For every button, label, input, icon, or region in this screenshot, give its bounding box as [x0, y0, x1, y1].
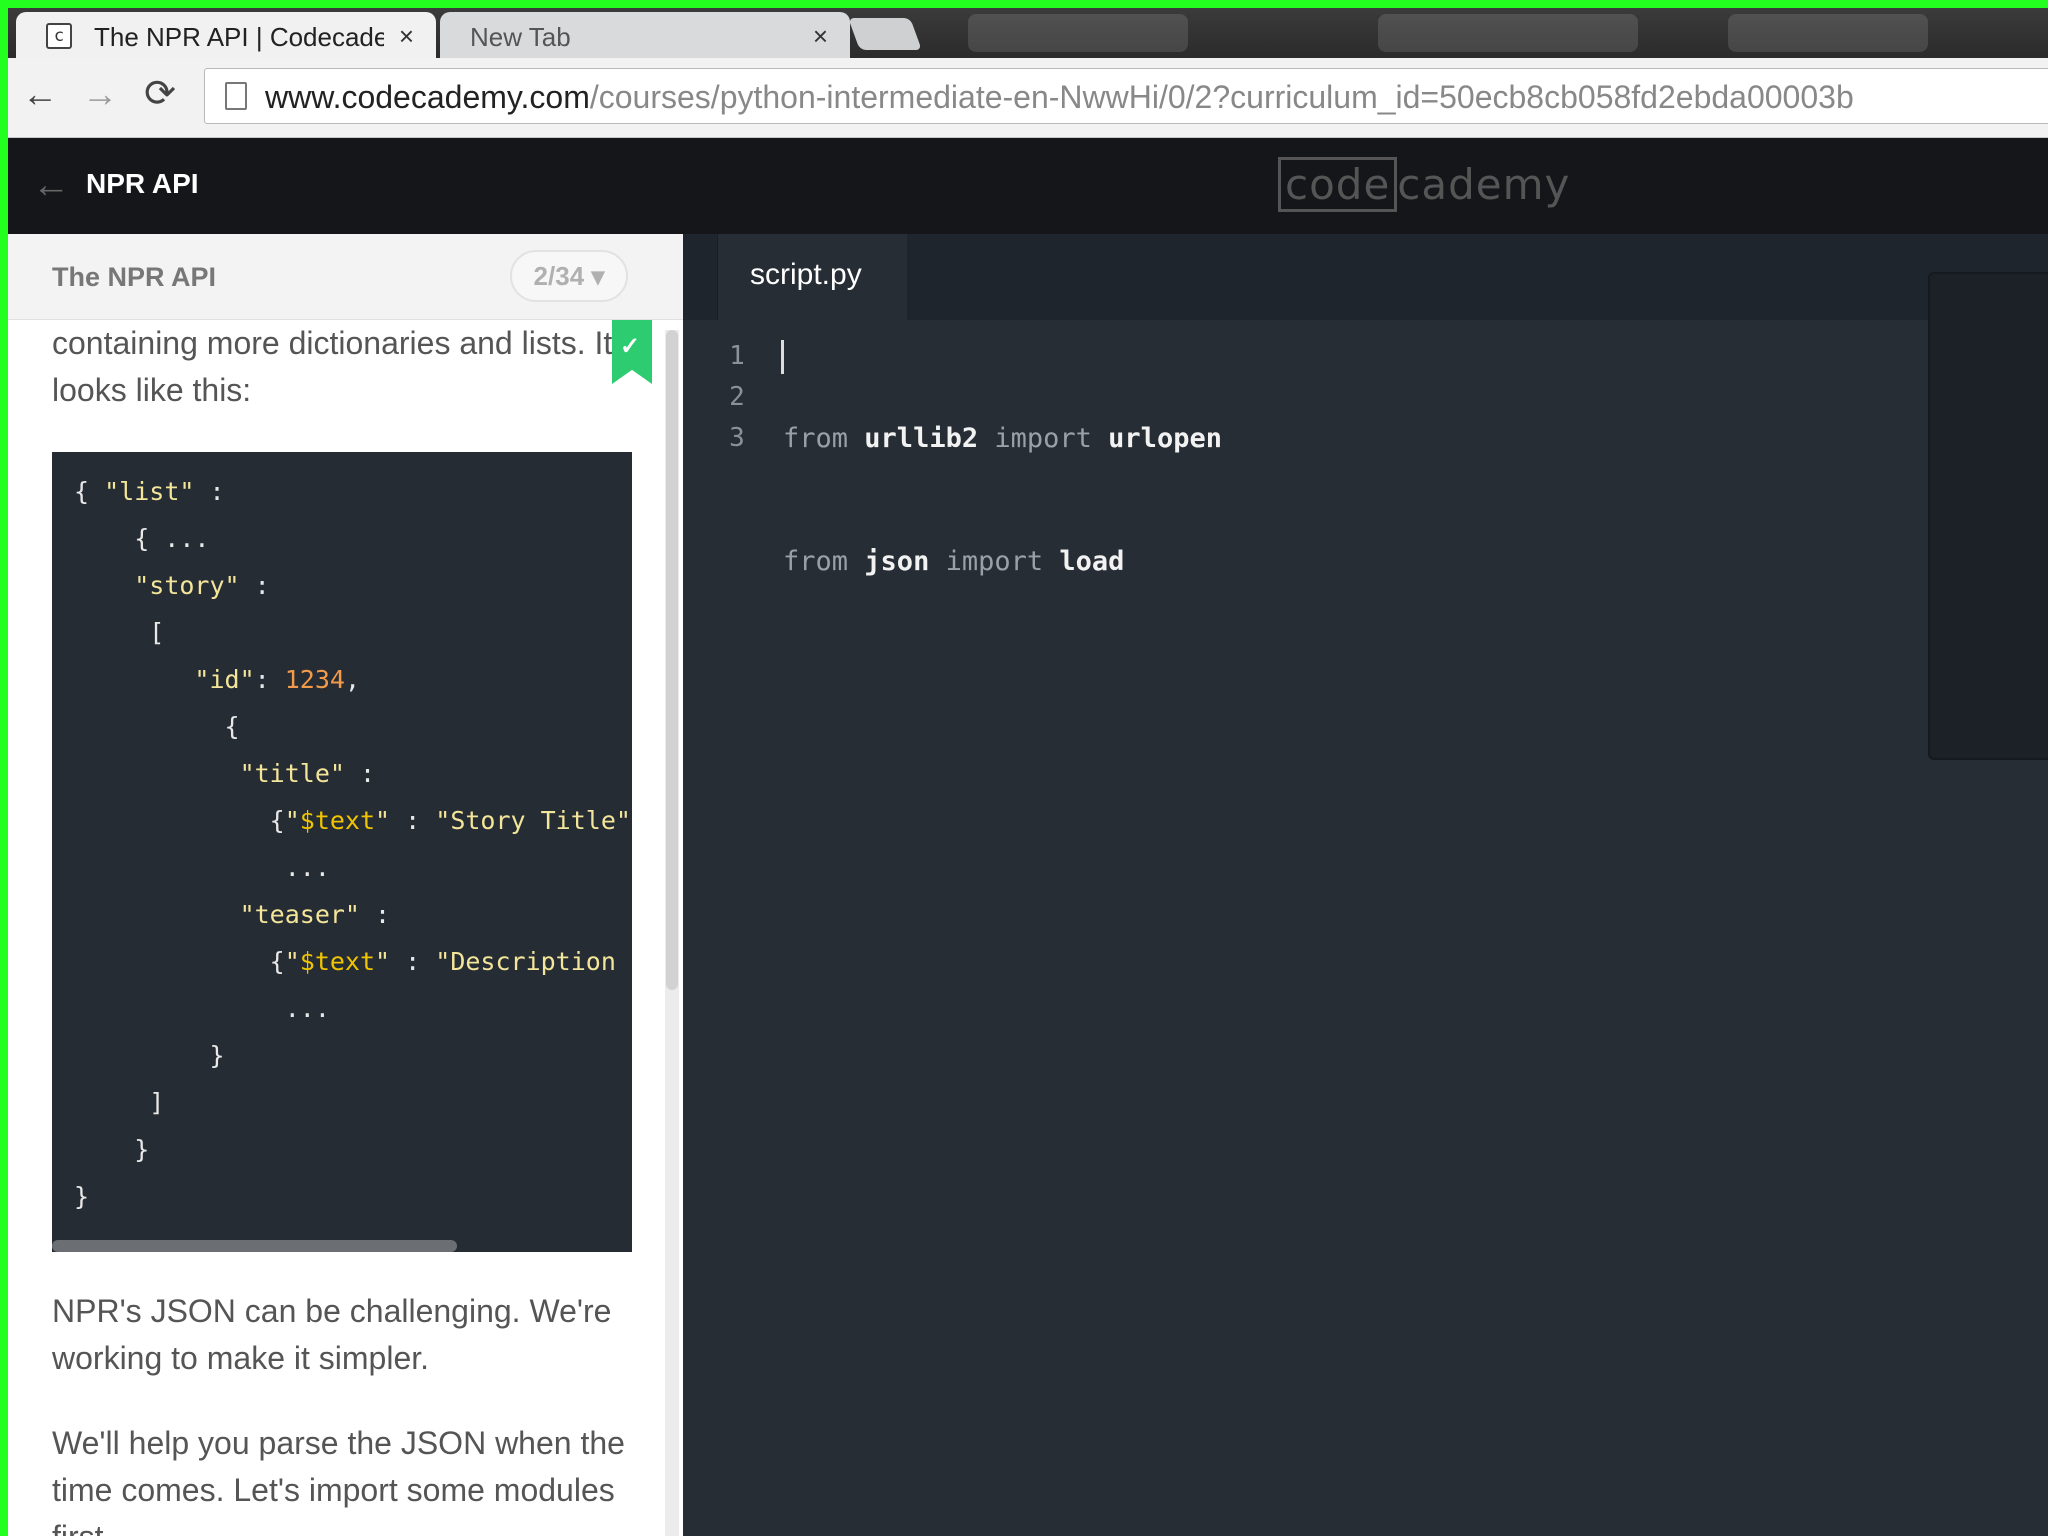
tab-npr-api[interactable]: c The NPR API | Codecademy × [16, 12, 436, 58]
tab-title: The NPR API | Codecademy [94, 22, 384, 52]
address-bar[interactable]: www.codecademy.com/courses/python-interm… [204, 68, 2048, 124]
lesson-header: The NPR API 2/34 ▾ [8, 234, 683, 320]
codecademy-logo[interactable]: code cademy [1278, 157, 1571, 212]
line-number: 2 [729, 382, 745, 412]
blurred-background [1728, 14, 1928, 52]
url-path: /courses/python-intermediate-en-NwwHi/0/… [589, 79, 1854, 115]
line-number: 3 [729, 423, 745, 453]
keyword-from: from [783, 423, 849, 454]
scrollbar-thumb[interactable] [666, 330, 678, 990]
codecademy-header: ← NPR API code cademy [8, 138, 2048, 234]
forward-arrow-icon[interactable]: → [78, 72, 122, 116]
blurred-background [1378, 14, 1638, 52]
lesson-content: containing more dictionaries and lists. … [8, 320, 668, 1536]
bookmark-check-icon: ✓ [612, 320, 652, 384]
lesson-paragraph: NPR's JSON can be challenging. We're wor… [52, 1293, 612, 1376]
editor-tab-bar: script.py [683, 234, 2048, 320]
close-tab-icon[interactable]: × [813, 21, 828, 52]
keyword-import: import [994, 423, 1092, 454]
side-panel [1928, 272, 2048, 760]
text-cursor [781, 340, 784, 374]
module-name: urllib2 [864, 423, 979, 454]
back-arrow-icon[interactable]: ← [32, 164, 70, 207]
logo-code: code [1278, 157, 1398, 212]
url-host: www.codecademy.com [265, 79, 590, 115]
keyword-import: import [945, 546, 1044, 577]
lesson-paragraph: containing more dictionaries and lists. … [52, 325, 613, 408]
line-number: 1 [729, 341, 745, 371]
url-text[interactable]: www.codecademy.com/courses/python-interm… [265, 79, 1854, 116]
code-editor: script.py 1 2 3 from urllib2 import urlo… [683, 234, 2048, 1536]
imported-name: load [1059, 546, 1125, 577]
close-tab-icon[interactable]: × [399, 21, 414, 52]
json-code-block: { "list" : { ... "story" : [ "id": 1234,… [74, 477, 632, 1211]
reload-icon[interactable]: ⟳ [138, 72, 182, 116]
code-line: from json import load [783, 541, 1222, 582]
line-number-gutter: 1 2 3 [717, 336, 757, 459]
course-title[interactable]: NPR API [86, 168, 199, 200]
lesson-title: The NPR API [52, 262, 217, 292]
tab-title: New Tab [470, 22, 571, 52]
file-tab-label: script.py [750, 258, 862, 291]
tab-new-tab[interactable]: New Tab × [440, 12, 850, 58]
progress-dropdown[interactable]: 2/34 ▾ [510, 250, 628, 302]
json-code-sample: { "list" : { ... "story" : [ "id": 1234,… [52, 452, 632, 1252]
code-line: from urllib2 import urlopen [783, 418, 1222, 459]
keyword-from: from [783, 546, 849, 577]
back-arrow-icon[interactable]: ← [18, 72, 62, 116]
browser-toolbar: ← → ⟳ www.codecademy.com/courses/python-… [8, 58, 2048, 138]
page-icon [225, 82, 247, 110]
browser-window: c The NPR API | Codecademy × New Tab × ←… [8, 8, 2048, 1536]
lesson-paragraph: We'll help you parse the JSON when the t… [52, 1425, 625, 1536]
blurred-background [968, 14, 1188, 52]
tab-strip: c The NPR API | Codecademy × New Tab × [8, 8, 2048, 58]
horizontal-scrollbar[interactable] [52, 1240, 457, 1252]
new-tab-button[interactable] [848, 18, 922, 50]
module-name: json [864, 546, 930, 577]
tab-script-py[interactable]: script.py [717, 234, 907, 320]
code-text-area[interactable]: from urllib2 import urlopen from json im… [783, 336, 1222, 787]
logo-cademy: cademy [1397, 160, 1571, 209]
lesson-panel: The NPR API 2/34 ▾ containing more dicti… [8, 234, 683, 1536]
imported-name: urlopen [1108, 423, 1222, 454]
codecademy-favicon-icon: c [46, 23, 72, 49]
check-icon: ✓ [620, 333, 641, 360]
